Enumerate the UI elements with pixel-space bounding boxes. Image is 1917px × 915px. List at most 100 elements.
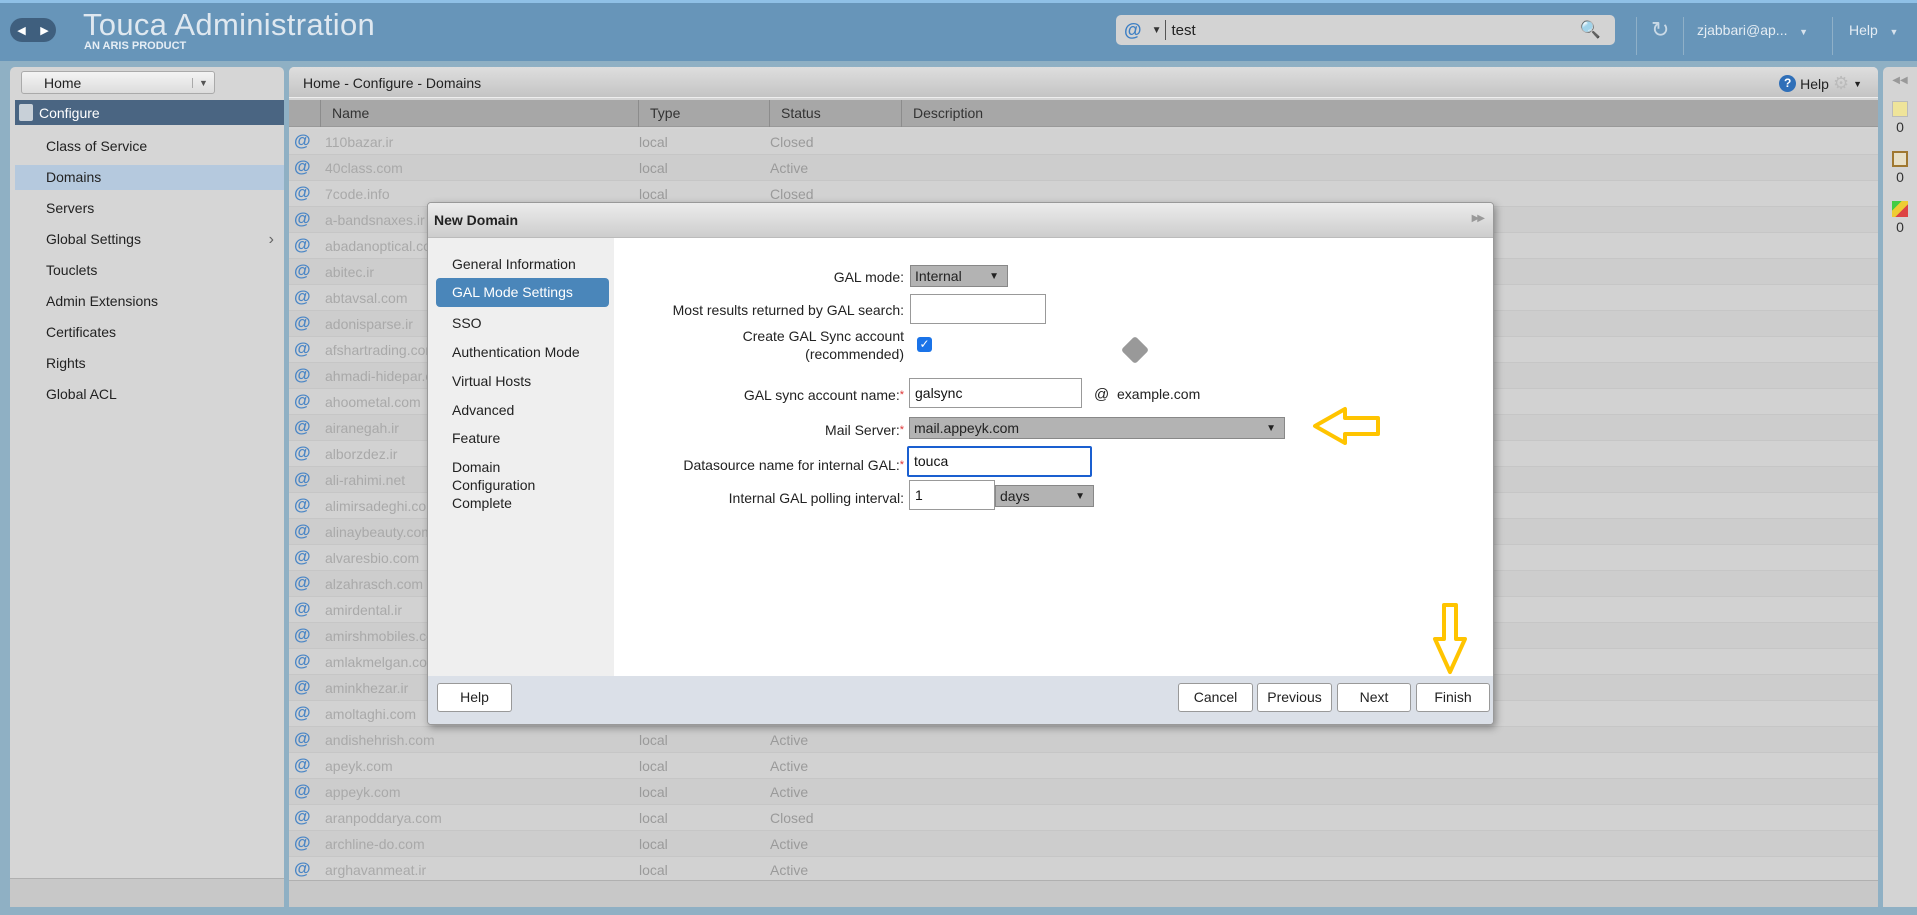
dialog-title-bar[interactable]: New Domain ▶▶: [428, 203, 1493, 238]
domain-at-icon: @: [294, 157, 311, 176]
key-icon: [1120, 335, 1150, 365]
next-button[interactable]: Next: [1337, 683, 1411, 712]
step-feature[interactable]: Feature: [436, 429, 609, 447]
domain-name: abadanoptical.com: [325, 238, 443, 254]
new-domain-dialog: New Domain ▶▶ General Information GAL Mod…: [427, 202, 1494, 725]
search-input[interactable]: test: [1171, 22, 1195, 39]
domain-name: abtavsal.com: [325, 290, 408, 306]
chevron-down-icon: ▼: [1889, 27, 1899, 37]
sidebar-item-admin-extensions[interactable]: Admin Extensions: [15, 289, 284, 314]
count: 0: [1896, 119, 1904, 135]
column-header-name[interactable]: Name: [320, 100, 638, 127]
help-icon[interactable]: ?: [1779, 75, 1797, 92]
search-type-dropdown-icon[interactable]: ▼: [1152, 25, 1162, 36]
table-row[interactable]: @ apeyk.com local Active: [289, 753, 1878, 779]
step-gal-mode-settings[interactable]: GAL Mode Settings: [436, 278, 609, 307]
forward-arrow-icon[interactable]: ▶: [40, 24, 48, 37]
column-header-description[interactable]: Description: [901, 100, 1878, 127]
domain-type: local: [639, 732, 668, 748]
mail-server-select[interactable]: mail.appeyk.com ▼: [909, 417, 1285, 439]
polling-unit-select[interactable]: days ▼: [995, 485, 1094, 507]
domain-at-icon: @: [294, 677, 311, 696]
select-value: mail.appeyk.com: [914, 420, 1020, 436]
help-menu[interactable]: Help ▼: [1849, 22, 1898, 38]
app-title: Touca Administration: [83, 7, 376, 42]
sidebar-item-rights[interactable]: Rights: [15, 351, 284, 376]
step-advanced[interactable]: Advanced: [436, 401, 609, 419]
status-indicator[interactable]: 0: [1883, 201, 1917, 235]
max-results-input[interactable]: [910, 294, 1046, 324]
gal-mode-select[interactable]: Internal ▼: [910, 265, 1008, 287]
domain-name: ali-rahimi.net: [325, 472, 406, 488]
table-row[interactable]: @ archline-do.com local Active: [289, 831, 1878, 857]
domain-at-icon: @: [294, 443, 311, 462]
collapse-icon[interactable]: ◀◀: [1883, 75, 1917, 86]
step-general-information[interactable]: General Information: [436, 255, 609, 273]
history-nav[interactable]: ◀ ▶: [10, 18, 56, 42]
sidebar-item-global-acl[interactable]: Global ACL: [15, 382, 284, 407]
refresh-icon[interactable]: ↻: [1651, 17, 1669, 43]
sync-name-input[interactable]: galsync: [909, 378, 1082, 408]
notes-indicator[interactable]: 0: [1883, 101, 1917, 135]
help-label[interactable]: Help: [1800, 76, 1829, 92]
sidebar-item-domains[interactable]: Domains: [15, 165, 284, 190]
step-sso[interactable]: SSO: [436, 314, 609, 332]
gear-icon[interactable]: ⚙: [1833, 73, 1849, 94]
search-icon[interactable]: 🔍: [1580, 20, 1601, 40]
section-label: Configure: [39, 104, 100, 121]
chevron-down-icon[interactable]: ▼: [192, 77, 214, 88]
sidebar-item-global-settings[interactable]: Global Settings ›: [15, 227, 284, 252]
sidebar-item-certificates[interactable]: Certificates: [15, 320, 284, 345]
domain-status: Active: [770, 160, 809, 176]
create-sync-checkbox[interactable]: ✓: [917, 337, 932, 352]
domain-type: local: [639, 836, 668, 852]
user-menu[interactable]: zjabbari@ap... ▼: [1697, 22, 1808, 38]
count: 0: [1896, 169, 1904, 185]
domain-name: apeyk.com: [325, 758, 393, 774]
domain-status: Closed: [770, 186, 814, 202]
table-row[interactable]: @ andishehrish.com local Active: [289, 727, 1878, 753]
sidebar-item-touclets[interactable]: Touclets: [15, 258, 284, 283]
domain-at-icon: @: [294, 521, 311, 540]
column-header-type[interactable]: Type: [638, 100, 769, 127]
expand-icon[interactable]: ▶▶: [1472, 213, 1485, 224]
home-dropdown[interactable]: Home ▼: [21, 71, 215, 94]
datasource-input[interactable]: touca: [907, 446, 1092, 477]
tasks-indicator[interactable]: 0: [1883, 151, 1917, 185]
step-virtual-hosts[interactable]: Virtual Hosts: [436, 372, 609, 390]
domain-at-icon: @: [294, 365, 311, 384]
domain-status: Active: [770, 732, 809, 748]
polling-interval-input[interactable]: 1: [909, 480, 995, 510]
help-button[interactable]: Help: [437, 683, 512, 712]
select-value: days: [1000, 488, 1030, 504]
sidebar-item-class-of-service[interactable]: Class of Service: [15, 134, 284, 159]
search-bar[interactable]: @ ▼ test 🔍: [1116, 15, 1615, 45]
sidebar-section-configure[interactable]: Configure: [15, 100, 284, 125]
table-row[interactable]: @ appeyk.com local Active: [289, 779, 1878, 805]
max-results-label: Most results returned by GAL search:: [672, 302, 904, 318]
domain-at-icon: @: [294, 391, 311, 410]
search-type-at-icon[interactable]: @: [1124, 20, 1142, 41]
domain-status: Active: [770, 862, 809, 878]
panel-help[interactable]: ? Help ⚙ ▼: [1779, 73, 1862, 94]
cancel-button[interactable]: Cancel: [1178, 683, 1253, 712]
divider: [1636, 17, 1637, 55]
divider: [1832, 17, 1833, 55]
table-row[interactable]: @110bazar.ir local Closed: [289, 129, 1878, 155]
domain-at-icon: @: [294, 339, 311, 358]
step-authentication-mode[interactable]: Authentication Mode: [436, 343, 609, 361]
column-header-status[interactable]: Status: [769, 100, 901, 127]
chevron-down-icon: ▼: [989, 271, 999, 282]
domain-at-icon: @: [294, 131, 311, 150]
domain-at-icon: @: [294, 651, 311, 670]
step-domain-configuration-complete[interactable]: Domain Configuration Complete: [436, 458, 556, 512]
chevron-down-icon[interactable]: ▼: [1853, 79, 1862, 89]
table-row[interactable]: @ aranpoddarya.com local Closed: [289, 805, 1878, 831]
finish-button[interactable]: Finish: [1416, 683, 1490, 712]
previous-button[interactable]: Previous: [1257, 683, 1332, 712]
table-row[interactable]: @40class.com local Active: [289, 155, 1878, 181]
sidebar-item-servers[interactable]: Servers: [15, 196, 284, 221]
domain-at-icon: @: [294, 209, 311, 228]
back-arrow-icon[interactable]: ◀: [17, 24, 25, 37]
domain-type: local: [639, 862, 668, 878]
